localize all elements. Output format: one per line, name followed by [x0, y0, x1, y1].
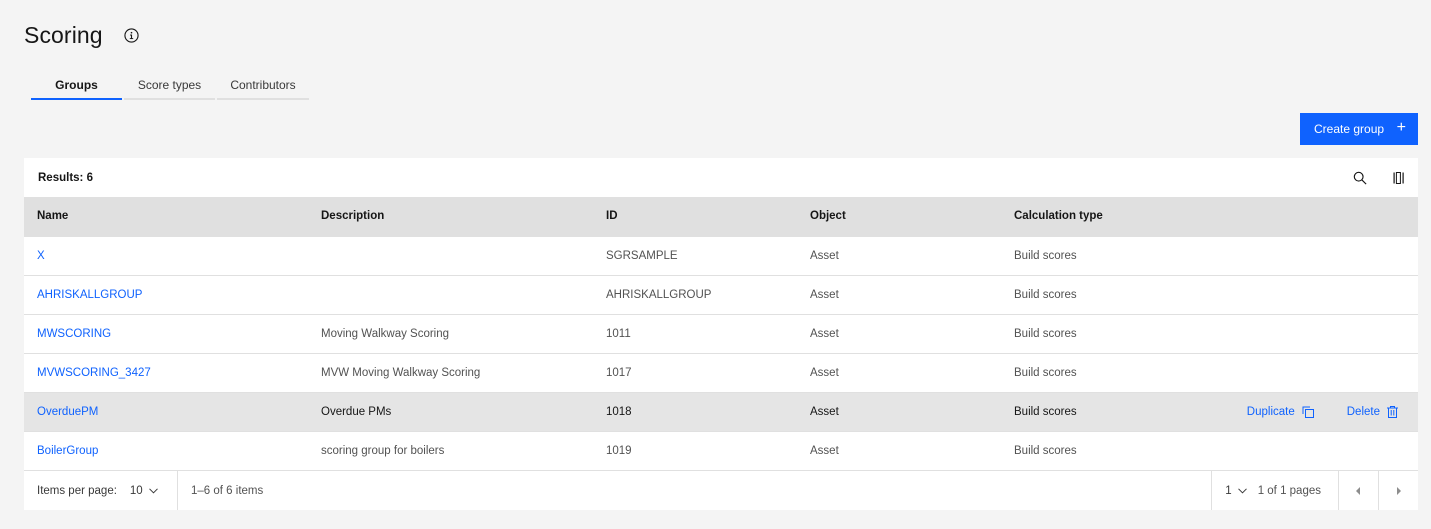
column-settings-icon[interactable] — [1391, 170, 1407, 186]
tab-score-types[interactable]: Score types — [124, 72, 215, 100]
caret-right-icon — [1397, 486, 1401, 495]
group-id: 1011 — [606, 327, 631, 340]
tab-contributors[interactable]: Contributors — [217, 72, 309, 100]
table-row[interactable]: BoilerGroup scoring group for boilers 10… — [24, 431, 1418, 470]
group-description — [308, 236, 593, 275]
data-table: Results: 6 Name Description ID Object Ca… — [24, 158, 1418, 510]
duplicate-button[interactable]: Duplicate — [1247, 406, 1314, 418]
group-id: 1018 — [606, 405, 632, 418]
next-page-button[interactable] — [1378, 471, 1418, 510]
items-per-page: Items per page: 10 — [24, 471, 178, 510]
group-id: 1017 — [606, 366, 632, 379]
group-object: Asset — [810, 327, 839, 340]
group-description: scoring group for boilers — [321, 444, 445, 457]
chevron-down-icon — [148, 487, 158, 494]
page-select-wrap: 1 1 of 1 pages — [1211, 471, 1338, 510]
delete-label: Delete — [1346, 405, 1380, 418]
page-header: Scoring — [24, 22, 139, 49]
group-calculation-type: Build scores — [1014, 405, 1077, 418]
search-icon[interactable] — [1352, 170, 1368, 186]
group-description — [308, 275, 593, 314]
row-actions — [1201, 353, 1418, 392]
group-object: Asset — [810, 444, 839, 457]
information-icon[interactable] — [124, 28, 139, 43]
table-row[interactable]: MWSCORING Moving Walkway Scoring 1011 As… — [24, 314, 1418, 353]
chevron-down-icon — [1237, 487, 1247, 494]
group-name-link[interactable]: OverduePM — [37, 406, 98, 418]
items-per-page-select[interactable]: 10 — [130, 485, 158, 497]
results-count: Results: 6 — [38, 171, 93, 184]
group-name-link[interactable]: MWSCORING — [37, 328, 111, 340]
groups-table: Name Description ID Object Calculation t… — [24, 197, 1418, 470]
tab-list: Groups Score types Contributors — [31, 72, 311, 100]
create-group-button[interactable]: Create group + — [1300, 113, 1418, 145]
table-row[interactable]: MVWSCORING_3427 MVW Moving Walkway Scori… — [24, 353, 1418, 392]
group-description: MVW Moving Walkway Scoring — [321, 366, 481, 379]
row-actions — [1201, 314, 1418, 353]
column-header-id[interactable]: ID — [593, 197, 797, 236]
duplicate-label: Duplicate — [1246, 405, 1295, 418]
group-name-link[interactable]: X — [37, 250, 45, 262]
group-name-link[interactable]: BoilerGroup — [37, 445, 98, 457]
caret-left-icon — [1356, 486, 1360, 495]
page-controls: 1 1 of 1 pages — [1211, 471, 1418, 510]
table-row[interactable]: AHRISKALLGROUP AHRISKALLGROUP Asset Buil… — [24, 275, 1418, 314]
group-id: AHRISKALLGROUP — [606, 288, 712, 301]
row-actions: Duplicate Delete — [1201, 392, 1418, 431]
group-description: Moving Walkway Scoring — [321, 327, 450, 340]
page-title: Scoring — [24, 22, 103, 48]
of-pages-text: 1 of 1 pages — [1257, 484, 1321, 497]
group-calculation-type: Build scores — [1014, 366, 1077, 379]
table-row[interactable]: X SGRSAMPLE Asset Build scores — [24, 236, 1418, 275]
group-name-link[interactable]: MVWSCORING_3427 — [37, 367, 151, 379]
group-calculation-type: Build scores — [1014, 327, 1077, 340]
group-id: SGRSAMPLE — [606, 249, 678, 262]
group-calculation-type: Build scores — [1014, 444, 1077, 457]
column-header-calculation-type[interactable]: Calculation type — [1001, 197, 1201, 236]
group-description: Overdue PMs — [321, 405, 392, 418]
group-name-link[interactable]: AHRISKALLGROUP — [37, 289, 142, 301]
items-per-page-label: Items per page: — [37, 484, 117, 497]
previous-page-button[interactable] — [1338, 471, 1378, 510]
group-object: Asset — [810, 288, 839, 301]
tab-groups[interactable]: Groups — [31, 72, 122, 100]
page-select[interactable]: 1 — [1225, 484, 1247, 497]
item-range-text: 1–6 of 6 items — [191, 484, 264, 497]
plus-icon: + — [1396, 119, 1406, 136]
create-group-label: Create group — [1314, 122, 1385, 136]
group-object: Asset — [810, 366, 839, 379]
group-calculation-type: Build scores — [1014, 288, 1077, 301]
group-object: Asset — [810, 405, 839, 418]
column-header-actions — [1201, 197, 1418, 236]
copy-icon — [1302, 406, 1314, 418]
column-header-description[interactable]: Description — [308, 197, 593, 236]
page-select-value: 1 — [1225, 484, 1232, 497]
column-header-object[interactable]: Object — [797, 197, 1001, 236]
group-calculation-type: Build scores — [1014, 249, 1077, 262]
group-object: Asset — [810, 249, 839, 262]
group-id: 1019 — [606, 444, 632, 457]
table-header-row: Name Description ID Object Calculation t… — [24, 197, 1418, 236]
row-actions — [1201, 431, 1418, 470]
table-toolbar: Results: 6 — [24, 158, 1418, 197]
pagination: Items per page: 10 1–6 of 6 items 1 1 of… — [24, 470, 1418, 510]
delete-button[interactable]: Delete — [1346, 405, 1398, 418]
items-per-page-value: 10 — [129, 484, 143, 497]
row-actions — [1201, 236, 1418, 275]
trash-icon — [1387, 405, 1398, 418]
table-row-hovered[interactable]: OverduePM Overdue PMs 1018 Asset Build s… — [24, 392, 1418, 431]
column-header-name[interactable]: Name — [24, 197, 308, 236]
row-actions — [1201, 275, 1418, 314]
